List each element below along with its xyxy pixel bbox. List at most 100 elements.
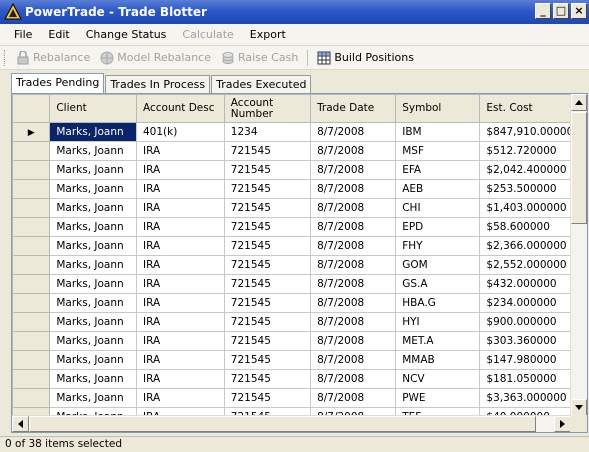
table-row[interactable]: Marks, Joann IRA 721545 8/7/2008 CHI $1,403.0… <box>12 198 587 218</box>
cell-account-number[interactable]: 721545 <box>223 293 312 313</box>
row-header[interactable] <box>12 141 51 161</box>
minimize-button[interactable]: _ <box>535 3 551 19</box>
row-header[interactable] <box>12 331 51 351</box>
cell-symbol[interactable]: CHI <box>395 198 481 218</box>
cell-symbol[interactable]: MSF <box>395 141 481 161</box>
cell-account-number[interactable]: 721545 <box>223 160 312 180</box>
cell-symbol[interactable]: MMAB <box>395 350 481 370</box>
cell-account-number[interactable]: 721545 <box>223 331 312 351</box>
cell-trade-date[interactable]: 8/7/2008 <box>310 236 397 256</box>
vertical-scrollbar[interactable] <box>570 94 587 416</box>
table-row[interactable]: Marks, Joann IRA 721545 8/7/2008 AEB $253.500… <box>12 179 587 199</box>
vertical-scroll-thumb[interactable] <box>571 112 587 224</box>
horizontal-scrollbar[interactable] <box>12 415 571 432</box>
cell-account-number[interactable]: 721545 <box>223 179 312 199</box>
toolbar-grip[interactable] <box>4 49 7 66</box>
scroll-down-button[interactable] <box>571 399 587 416</box>
cell-account-desc[interactable]: IRA <box>135 350 225 370</box>
cell-trade-date[interactable]: 8/7/2008 <box>310 331 397 351</box>
cell-client[interactable]: Marks, Joann <box>49 236 137 256</box>
cell-account-number[interactable]: 721545 <box>223 388 312 408</box>
table-row[interactable]: Marks, Joann IRA 721545 8/7/2008 GS.A $432.00… <box>12 274 587 294</box>
cell-client[interactable]: Marks, Joann <box>49 369 137 389</box>
menu-export[interactable]: Export <box>242 28 294 41</box>
column-header-symbol[interactable]: Symbol <box>395 94 481 123</box>
cell-symbol[interactable]: EPD <box>395 217 481 237</box>
cell-account-desc[interactable]: IRA <box>135 274 225 294</box>
cell-account-desc[interactable]: IRA <box>135 369 225 389</box>
cell-account-desc[interactable]: IRA <box>135 141 225 161</box>
cell-symbol[interactable]: AEB <box>395 179 481 199</box>
menu-file[interactable]: File <box>6 28 40 41</box>
rebalance-button[interactable]: Rebalance <box>11 49 95 65</box>
cell-symbol[interactable]: IBM <box>395 122 481 142</box>
cell-client[interactable]: Marks, Joann <box>49 160 137 180</box>
cell-account-desc[interactable]: IRA <box>135 160 225 180</box>
cell-account-number[interactable]: 1234 <box>223 122 312 142</box>
cell-trade-date[interactable]: 8/7/2008 <box>310 198 397 218</box>
raise-cash-button[interactable]: Raise Cash <box>216 51 303 65</box>
column-header-trade-date[interactable]: Trade Date <box>310 94 397 123</box>
cell-account-number[interactable]: 721545 <box>223 369 312 389</box>
title-bar[interactable]: PowerTrade - Trade Blotter _ □ × <box>0 0 589 24</box>
cell-client[interactable]: Marks, Joann <box>49 217 137 237</box>
row-header[interactable] <box>12 198 51 218</box>
row-header[interactable] <box>12 255 51 275</box>
cell-client[interactable]: Marks, Joann <box>49 274 137 294</box>
cell-symbol[interactable]: EFA <box>395 160 481 180</box>
cell-client[interactable]: Marks, Joann <box>49 179 137 199</box>
cell-account-number[interactable]: 721545 <box>223 255 312 275</box>
scroll-up-button[interactable] <box>571 94 587 111</box>
cell-account-desc[interactable]: IRA <box>135 293 225 313</box>
cell-client[interactable]: Marks, Joann <box>49 255 137 275</box>
horizontal-scroll-thumb[interactable] <box>29 416 536 432</box>
row-header[interactable] <box>12 293 51 313</box>
menu-edit[interactable]: Edit <box>40 28 77 41</box>
menu-calculate[interactable]: Calculate <box>174 28 241 41</box>
cell-account-desc[interactable]: 401(k) <box>135 122 225 142</box>
column-header-client[interactable]: Client <box>49 94 137 123</box>
cell-symbol[interactable]: HYI <box>395 312 481 332</box>
table-row[interactable]: Marks, Joann IRA 721545 8/7/2008 EFA $2,042.4… <box>12 160 587 180</box>
cell-account-desc[interactable]: IRA <box>135 217 225 237</box>
cell-account-desc[interactable]: IRA <box>135 331 225 351</box>
row-header[interactable] <box>12 350 51 370</box>
cell-trade-date[interactable]: 8/7/2008 <box>310 217 397 237</box>
scroll-left-button[interactable] <box>12 416 29 432</box>
trades-grid[interactable]: Client Account Desc Account Number Trade… <box>11 93 588 433</box>
cell-trade-date[interactable]: 8/7/2008 <box>310 293 397 313</box>
cell-trade-date[interactable]: 8/7/2008 <box>310 388 397 408</box>
cell-account-number[interactable]: 721545 <box>223 274 312 294</box>
table-row[interactable]: Marks, Joann IRA 721545 8/7/2008 MSF $512.720… <box>12 141 587 161</box>
cell-account-desc[interactable]: IRA <box>135 198 225 218</box>
table-row[interactable]: Marks, Joann IRA 721545 8/7/2008 GOM $2,552.0… <box>12 255 587 275</box>
table-row[interactable]: Marks, Joann IRA 721545 8/7/2008 HBA.G $234.0… <box>12 293 587 313</box>
row-header[interactable] <box>12 312 51 332</box>
cell-symbol[interactable]: GS.A <box>395 274 481 294</box>
cell-trade-date[interactable]: 8/7/2008 <box>310 274 397 294</box>
cell-trade-date[interactable]: 8/7/2008 <box>310 179 397 199</box>
row-header[interactable]: ▶ <box>12 122 51 142</box>
row-header[interactable] <box>12 388 51 408</box>
cell-trade-date[interactable]: 8/7/2008 <box>310 141 397 161</box>
close-button[interactable]: × <box>571 3 587 19</box>
cell-trade-date[interactable]: 8/7/2008 <box>310 122 397 142</box>
cell-account-number[interactable]: 721545 <box>223 198 312 218</box>
cell-trade-date[interactable]: 8/7/2008 <box>310 255 397 275</box>
cell-account-desc[interactable]: IRA <box>135 236 225 256</box>
row-header[interactable] <box>12 217 51 237</box>
table-row[interactable]: ▶ Marks, Joann 401(k) 1234 8/7/2008 IBM $847,9… <box>12 122 587 142</box>
cell-client[interactable]: Marks, Joann <box>49 388 137 408</box>
cell-symbol[interactable]: HBA.G <box>395 293 481 313</box>
cell-account-number[interactable]: 721545 <box>223 312 312 332</box>
table-row[interactable]: Marks, Joann IRA 721545 8/7/2008 MMAB $147.98… <box>12 350 587 370</box>
cell-symbol[interactable]: GOM <box>395 255 481 275</box>
row-header[interactable] <box>12 369 51 389</box>
scroll-right-button[interactable] <box>554 416 571 432</box>
row-header[interactable] <box>12 274 51 294</box>
column-header-account-number[interactable]: Account Number <box>223 94 312 123</box>
tab-trades-executed[interactable]: Trades Executed <box>211 75 312 93</box>
cell-account-desc[interactable]: IRA <box>135 388 225 408</box>
row-header[interactable] <box>12 160 51 180</box>
cell-client[interactable]: Marks, Joann <box>49 350 137 370</box>
